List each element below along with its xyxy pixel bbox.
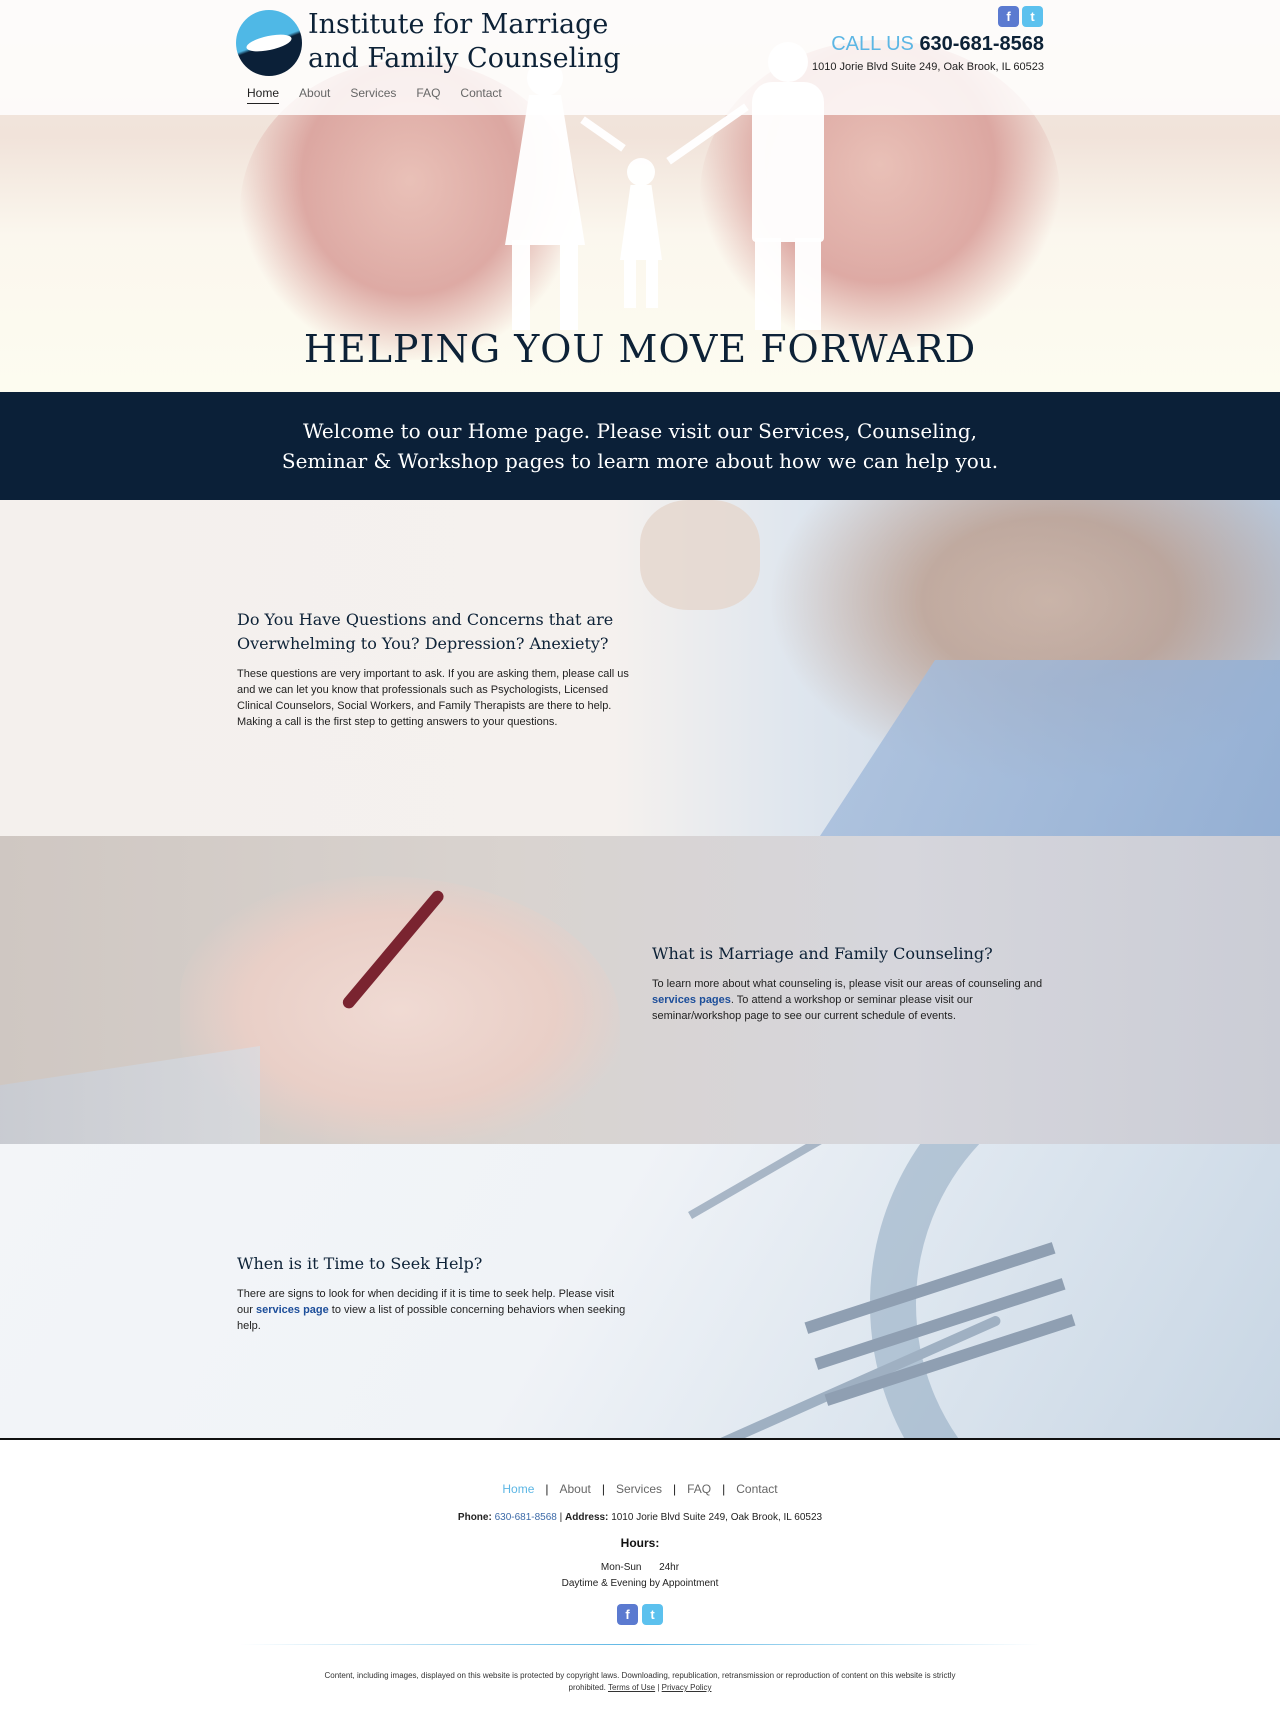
- footer-divider: [240, 1644, 1040, 1645]
- footer-nav-faq[interactable]: FAQ: [687, 1482, 711, 1496]
- footer-nav-home[interactable]: Home: [502, 1482, 534, 1496]
- header-address: 1010 Jorie Blvd Suite 249, Oak Brook, IL…: [812, 61, 1044, 73]
- section-seek-help: When is it Time to Seek Help? There are …: [0, 1144, 1280, 1440]
- facebook-icon[interactable]: f: [998, 6, 1019, 27]
- hours-note: Daytime & Evening by Appointment: [561, 1578, 719, 1589]
- hours-row: Mon-Sun 24hr: [0, 1562, 1280, 1573]
- section-questions: Do You Have Questions and Concerns that …: [0, 500, 1280, 836]
- hero-title: HELPING YOU MOVE FORWARD: [303, 327, 977, 371]
- hours-title: Hours:: [620, 1536, 660, 1550]
- footer-nav-separator: |: [673, 1482, 677, 1496]
- copyright-notice: Content, including images, displayed on …: [320, 1670, 960, 1694]
- footer-phone[interactable]: 630-681-8568: [495, 1512, 557, 1523]
- footer-nav-separator: |: [545, 1482, 549, 1496]
- section-counseling-title: What is Marriage and Family Counseling?: [652, 944, 993, 963]
- copyright-separator: |: [657, 1683, 660, 1692]
- header-background: [0, 0, 1280, 115]
- footer-nav: Home | About | Services | FAQ | Contact: [0, 1482, 1280, 1496]
- footer-contact: Phone: 630-681-8568 | Address: 1010 Jori…: [0, 1512, 1280, 1523]
- services-page-link[interactable]: services page: [256, 1304, 329, 1316]
- section-counseling-body: To learn more about what counseling is, …: [652, 976, 1046, 1024]
- call-us[interactable]: CALL US 630-681-8568: [831, 33, 1044, 56]
- section-seek-help-body: There are signs to look for when decidin…: [237, 1286, 631, 1334]
- hours-days: Mon-Sun: [600, 1562, 642, 1573]
- call-us-number[interactable]: 630-681-8568: [919, 33, 1044, 55]
- call-us-label: CALL US: [831, 33, 914, 55]
- main-nav: Home About Services FAQ Contact: [247, 86, 502, 104]
- section-seek-help-title: When is it Time to Seek Help?: [237, 1254, 483, 1273]
- section-counseling-text: What is Marriage and Family Counseling? …: [652, 942, 1046, 1024]
- site-title-line2: and Family Counseling: [308, 43, 621, 74]
- section-counseling: What is Marriage and Family Counseling? …: [0, 836, 1280, 1144]
- footer-nav-services[interactable]: Services: [616, 1482, 662, 1496]
- footer-phone-label: Phone:: [457, 1512, 492, 1523]
- welcome-text: Welcome to our Home page. Please visit o…: [281, 419, 999, 473]
- footer-facebook-icon[interactable]: f: [617, 1604, 638, 1625]
- nav-services[interactable]: Services: [350, 86, 396, 104]
- nav-home[interactable]: Home: [247, 86, 280, 104]
- section-counseling-body-start: To learn more about what counseling is, …: [652, 978, 1043, 990]
- section-seek-help-text: When is it Time to Seek Help? There are …: [237, 1252, 631, 1334]
- footer-address: 1010 Jorie Blvd Suite 249, Oak Brook, IL…: [611, 1512, 823, 1523]
- footer-address-label: Address:: [565, 1512, 609, 1523]
- footer-nav-contact[interactable]: Contact: [736, 1482, 777, 1496]
- footer-nav-separator: |: [601, 1482, 605, 1496]
- site-title-line1: Institute for Marriage: [308, 9, 609, 40]
- footer-twitter-icon[interactable]: t: [642, 1604, 663, 1625]
- site-title[interactable]: Institute for Marriage and Family Counse…: [308, 8, 621, 76]
- footer-nav-separator: |: [722, 1482, 726, 1496]
- hours-time: 24hr: [659, 1562, 680, 1573]
- terms-of-use-link[interactable]: Terms of Use: [608, 1683, 655, 1692]
- nav-about[interactable]: About: [299, 86, 330, 104]
- services-pages-link[interactable]: services pages: [652, 994, 731, 1006]
- welcome-band: Welcome to our Home page. Please visit o…: [0, 392, 1280, 500]
- footer: Home | About | Services | FAQ | Contact Phone: 6…: [0, 1440, 1280, 1728]
- section-questions-title: Do You Have Questions and Concerns that …: [237, 610, 614, 653]
- footer-nav-about[interactable]: About: [560, 1482, 591, 1496]
- twitter-icon[interactable]: t: [1022, 6, 1043, 27]
- nav-faq[interactable]: FAQ: [416, 86, 440, 104]
- footer-contact-separator: |: [559, 1512, 563, 1523]
- logo-icon[interactable]: [236, 10, 302, 76]
- nav-contact[interactable]: Contact: [460, 86, 501, 104]
- privacy-policy-link[interactable]: Privacy Policy: [662, 1683, 712, 1692]
- section-questions-text: Do You Have Questions and Concerns that …: [237, 608, 631, 730]
- section-questions-body: These questions are very important to as…: [237, 668, 629, 728]
